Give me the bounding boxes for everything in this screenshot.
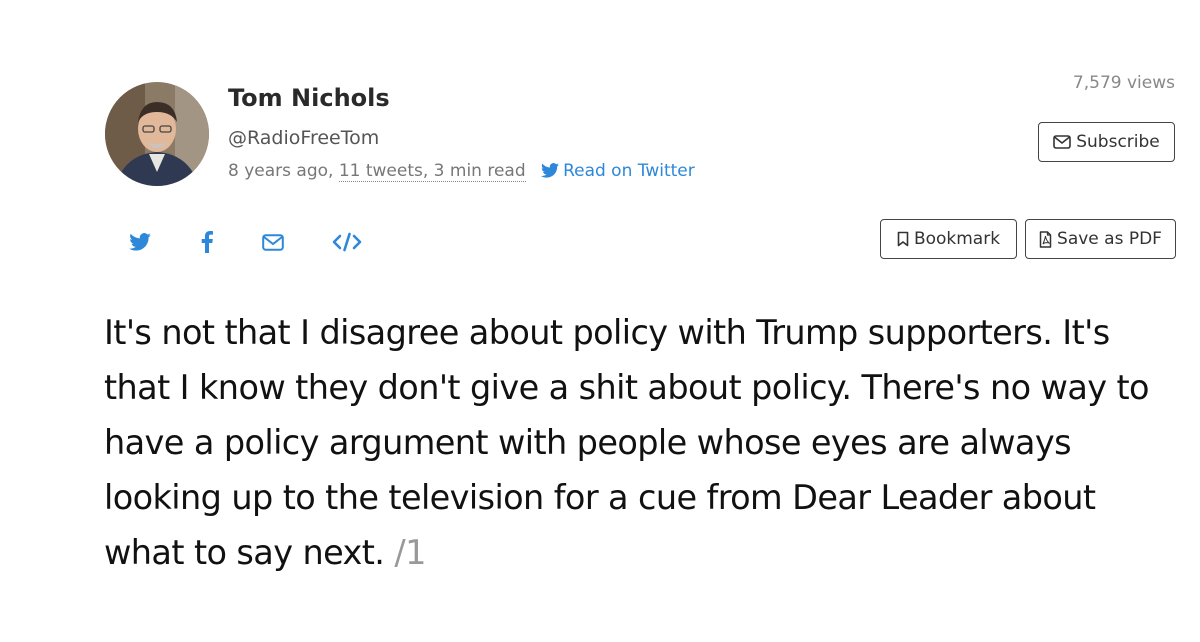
read-on-twitter-link[interactable]: Read on Twitter: [541, 161, 695, 181]
mail-icon: [1053, 135, 1072, 149]
posted-time: 8 years ago,: [228, 161, 334, 181]
share-facebook-button[interactable]: [192, 228, 222, 256]
avatar: [105, 82, 209, 186]
save-pdf-button[interactable]: Save as PDF: [1025, 219, 1176, 259]
bookmark-icon: [897, 231, 909, 247]
save-pdf-label: Save as PDF: [1057, 229, 1162, 249]
author-name[interactable]: Tom Nichols: [228, 84, 390, 112]
view-count: 7,579 views: [1072, 73, 1175, 93]
bookmark-button[interactable]: Bookmark: [880, 219, 1017, 259]
twitter-icon: [541, 163, 560, 178]
pdf-file-icon: [1039, 230, 1052, 248]
twitter-icon: [129, 233, 151, 251]
thread-info: 11 tweets, 3 min read: [338, 161, 526, 182]
thread-meta: 8 years ago, 11 tweets, 3 min read Read …: [228, 161, 695, 182]
mail-icon: [262, 233, 284, 251]
tweet-number: /1: [394, 533, 426, 572]
tweet-body: It's not that I disagree about policy wi…: [104, 313, 1150, 572]
share-twitter-button[interactable]: [125, 228, 155, 256]
read-on-twitter-label: Read on Twitter: [563, 161, 695, 181]
avatar-photo: [105, 82, 209, 186]
bookmark-label: Bookmark: [913, 229, 1001, 249]
share-email-button[interactable]: [258, 228, 288, 256]
tweet-text: It's not that I disagree about policy wi…: [104, 305, 1184, 580]
facebook-icon: [201, 231, 213, 253]
embed-button[interactable]: [332, 228, 362, 256]
subscribe-button[interactable]: Subscribe: [1038, 122, 1175, 162]
subscribe-label: Subscribe: [1076, 132, 1160, 152]
author-handle[interactable]: @RadioFreeTom: [228, 127, 379, 149]
embed-icon: [332, 232, 362, 252]
